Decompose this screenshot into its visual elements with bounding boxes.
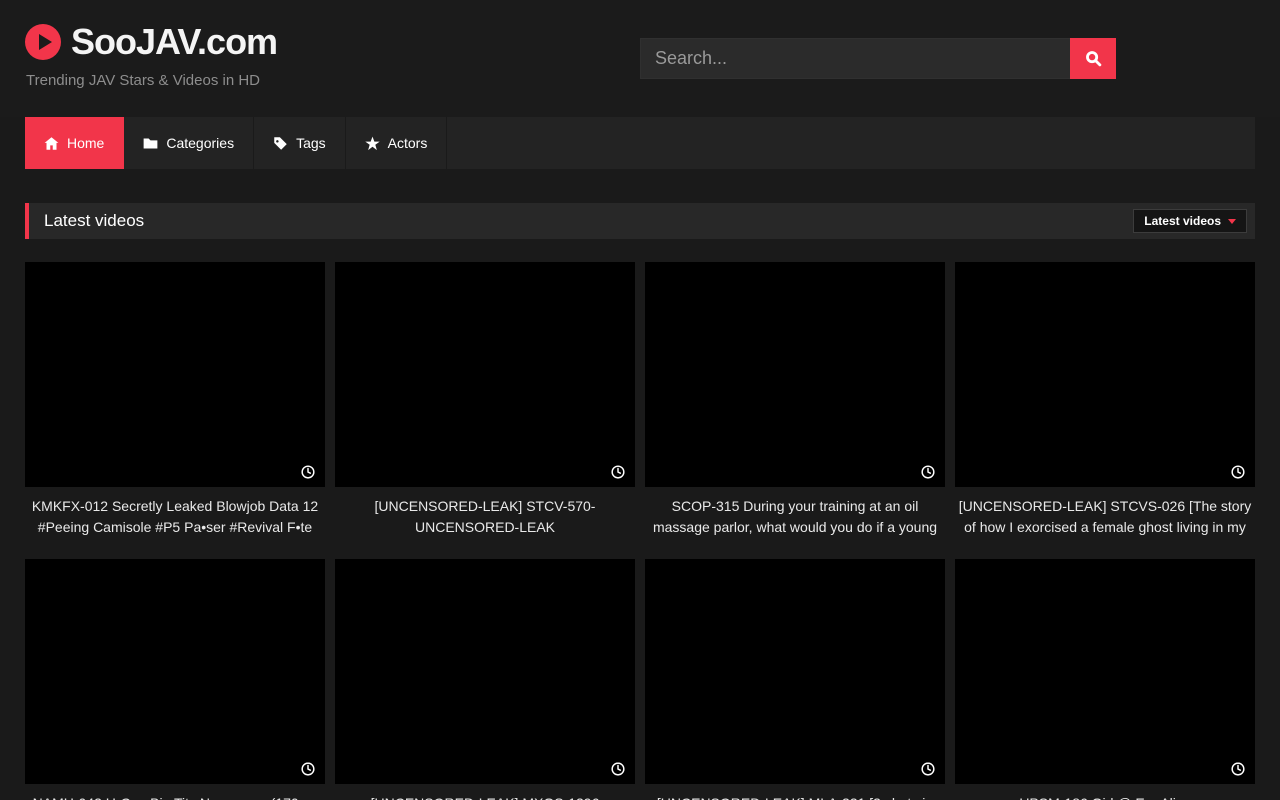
video-card: [UNCENSORED-LEAK] STCVS-026 [The story o… — [955, 262, 1255, 538]
video-card: SCOP-315 During your training at an oil … — [645, 262, 945, 538]
clock-icon — [301, 465, 315, 479]
main-content: Latest videos Latest videos KMKFX-012 Se… — [0, 203, 1280, 800]
video-title[interactable]: [UNCENSORED-LEAK] MXGS-1296 Absolutely — [335, 793, 635, 800]
clock-icon — [921, 465, 935, 479]
section-header: Latest videos Latest videos — [25, 203, 1255, 239]
video-thumbnail[interactable] — [335, 262, 635, 487]
logo-text: SooJAV.com — [71, 21, 277, 63]
clock-icon — [921, 762, 935, 776]
search-input[interactable] — [640, 38, 1070, 79]
nav-item-label: Actors — [388, 135, 428, 151]
search-button[interactable] — [1070, 38, 1116, 79]
video-card: [UNCENSORED-LEAK] STCV-570-UNCENSORED-LE… — [335, 262, 635, 538]
clock-icon — [1231, 465, 1245, 479]
nav-item-tags[interactable]: Tags — [254, 117, 346, 169]
nav-item-categories[interactable]: Categories — [124, 117, 254, 169]
home-icon — [44, 136, 59, 151]
video-card: [UNCENSORED-LEAK] MXGS-1296 Absolutely — [335, 559, 635, 800]
tags-icon — [273, 136, 288, 151]
nav-item-label: Categories — [166, 135, 234, 151]
video-card: [UNCENSORED-LEAK] MLA-231 [3 shots in — [645, 559, 945, 800]
magnifier-icon — [1085, 50, 1102, 67]
video-title[interactable]: [UNCENSORED-LEAK] MLA-231 [3 shots in — [645, 793, 945, 800]
video-thumbnail[interactable] — [645, 559, 945, 784]
clock-icon — [1231, 762, 1245, 776]
play-icon — [25, 24, 61, 60]
section-title: Latest videos — [44, 211, 144, 231]
site-logo[interactable]: SooJAV.com — [25, 21, 277, 63]
video-thumbnail[interactable] — [335, 559, 635, 784]
nav-strip: Home Categories Tags Actors — [0, 117, 1280, 169]
main-nav: Home Categories Tags Actors — [25, 117, 1255, 169]
clock-icon — [611, 465, 625, 479]
nav-item-label: Home — [67, 135, 104, 151]
video-title[interactable]: NAMH-042 H-Cup Big Tits Newcomer (170cm … — [25, 793, 325, 800]
nav-item-label: Tags — [296, 135, 326, 151]
video-title[interactable]: [UNCENSORED-LEAK] STCVS-026 [The story o… — [955, 496, 1255, 538]
video-thumbnail[interactable] — [955, 559, 1255, 784]
site-tagline: Trending JAV Stars & Videos in HD — [26, 72, 260, 89]
star-icon — [365, 136, 380, 151]
caret-down-icon — [1228, 219, 1236, 224]
site-header: SooJAV.com Trending JAV Stars & Videos i… — [0, 0, 1280, 117]
video-card: NAMH-042 H-Cup Big Tits Newcomer (170cm … — [25, 559, 325, 800]
video-thumbnail[interactable] — [25, 559, 325, 784]
video-title[interactable]: UPSM-186 Girl @ Era Alice — [955, 793, 1255, 800]
video-thumbnail[interactable] — [645, 262, 945, 487]
video-thumbnail[interactable] — [25, 262, 325, 487]
video-title[interactable]: [UNCENSORED-LEAK] STCV-570-UNCENSORED-LE… — [335, 496, 635, 538]
video-card: UPSM-186 Girl @ Era Alice — [955, 559, 1255, 800]
clock-icon — [301, 762, 315, 776]
video-grid: KMKFX-012 Secretly Leaked Blowjob Data 1… — [25, 262, 1255, 800]
clock-icon — [611, 762, 625, 776]
video-thumbnail[interactable] — [955, 262, 1255, 487]
video-title[interactable]: SCOP-315 During your training at an oil … — [645, 496, 945, 538]
sort-dropdown-label: Latest videos — [1144, 214, 1221, 228]
video-card: KMKFX-012 Secretly Leaked Blowjob Data 1… — [25, 262, 325, 538]
folder-icon — [143, 136, 158, 151]
nav-item-home[interactable]: Home — [25, 117, 124, 169]
nav-item-actors[interactable]: Actors — [346, 117, 448, 169]
sort-dropdown[interactable]: Latest videos — [1133, 209, 1247, 233]
video-title[interactable]: KMKFX-012 Secretly Leaked Blowjob Data 1… — [25, 496, 325, 538]
search-box — [640, 38, 1116, 79]
